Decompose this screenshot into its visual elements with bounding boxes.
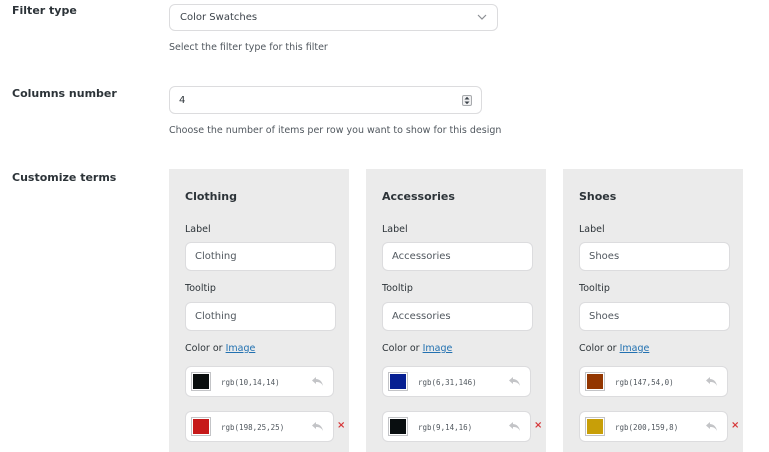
color-picker-row[interactable]: rgb(198,25,25) [185, 411, 334, 442]
stepper-arrows-icon [464, 96, 470, 105]
color-or-image-caption: Color or Image [579, 343, 649, 354]
chevron-down-icon [477, 14, 487, 20]
reset-arrow-icon[interactable] [705, 421, 718, 432]
swatch-fill [390, 374, 406, 389]
swatch-fill [587, 374, 603, 389]
term-card-title: Clothing [185, 190, 237, 203]
remove-color-icon[interactable]: × [731, 420, 739, 431]
tooltip-caption: Tooltip [382, 283, 413, 294]
color-swatch[interactable] [191, 417, 211, 436]
label-caption: Label [579, 224, 605, 235]
color-code: rgb(147,54,0) [615, 378, 674, 387]
customize-terms-label: Customize terms [12, 171, 117, 184]
color-caption: Color or [185, 343, 223, 354]
term-card-shoes: Shoes Label Shoes Tooltip Shoes Color or… [563, 169, 743, 452]
label-caption: Label [185, 224, 211, 235]
color-picker-row[interactable]: rgb(200,159,8) [579, 411, 728, 442]
color-or-image-caption: Color or Image [185, 343, 255, 354]
color-code: rgb(6,31,146) [418, 378, 477, 387]
color-picker-row[interactable]: rgb(147,54,0) [579, 366, 728, 397]
term-tooltip-input[interactable]: Clothing [185, 302, 336, 331]
color-code: rgb(9,14,16) [418, 423, 473, 432]
filter-type-select[interactable]: Color Swatches [169, 4, 498, 31]
filter-type-value: Color Swatches [180, 12, 258, 23]
swatch-fill [193, 419, 209, 434]
columns-number-help: Choose the number of items per row you w… [169, 125, 502, 136]
image-link[interactable]: Image [423, 343, 453, 354]
tooltip-caption: Tooltip [185, 283, 216, 294]
term-label-input[interactable]: Accessories [382, 242, 533, 271]
color-swatch[interactable] [191, 372, 211, 391]
color-code: rgb(200,159,8) [615, 423, 679, 432]
color-swatch[interactable] [585, 417, 605, 436]
image-link[interactable]: Image [226, 343, 256, 354]
term-tooltip-input[interactable]: Shoes [579, 302, 730, 331]
filter-type-label: Filter type [12, 4, 77, 17]
color-code: rgb(10,14,14) [221, 378, 280, 387]
number-stepper[interactable] [462, 95, 472, 106]
color-picker-row[interactable]: rgb(9,14,16) [382, 411, 531, 442]
columns-number-value: 4 [179, 95, 186, 106]
swatch-fill [193, 374, 209, 389]
term-card-accessories: Accessories Label Accessories Tooltip Ac… [366, 169, 546, 452]
columns-number-label: Columns number [12, 87, 117, 100]
remove-color-icon[interactable]: × [534, 420, 542, 431]
filter-type-help: Select the filter type for this filter [169, 42, 328, 53]
reset-arrow-icon[interactable] [508, 376, 521, 387]
color-caption: Color or [382, 343, 420, 354]
reset-arrow-icon[interactable] [508, 421, 521, 432]
image-link[interactable]: Image [620, 343, 650, 354]
reset-arrow-icon[interactable] [705, 376, 718, 387]
term-card-title: Accessories [382, 190, 455, 203]
color-picker-row[interactable]: rgb(6,31,146) [382, 366, 531, 397]
color-code: rgb(198,25,25) [221, 423, 285, 432]
color-caption: Color or [579, 343, 617, 354]
color-swatch[interactable] [388, 372, 408, 391]
reset-arrow-icon[interactable] [311, 421, 324, 432]
term-label-input[interactable]: Clothing [185, 242, 336, 271]
color-swatch[interactable] [585, 372, 605, 391]
label-caption: Label [382, 224, 408, 235]
term-label-input[interactable]: Shoes [579, 242, 730, 271]
swatch-fill [390, 419, 406, 434]
term-card-clothing: Clothing Label Clothing Tooltip Clothing… [169, 169, 349, 452]
color-picker-row[interactable]: rgb(10,14,14) [185, 366, 334, 397]
reset-arrow-icon[interactable] [311, 376, 324, 387]
tooltip-caption: Tooltip [579, 283, 610, 294]
term-tooltip-input[interactable]: Accessories [382, 302, 533, 331]
columns-number-input[interactable]: 4 [169, 86, 482, 114]
color-swatch[interactable] [388, 417, 408, 436]
swatch-fill [587, 419, 603, 434]
remove-color-icon[interactable]: × [337, 420, 345, 431]
color-or-image-caption: Color or Image [382, 343, 452, 354]
term-card-title: Shoes [579, 190, 617, 203]
